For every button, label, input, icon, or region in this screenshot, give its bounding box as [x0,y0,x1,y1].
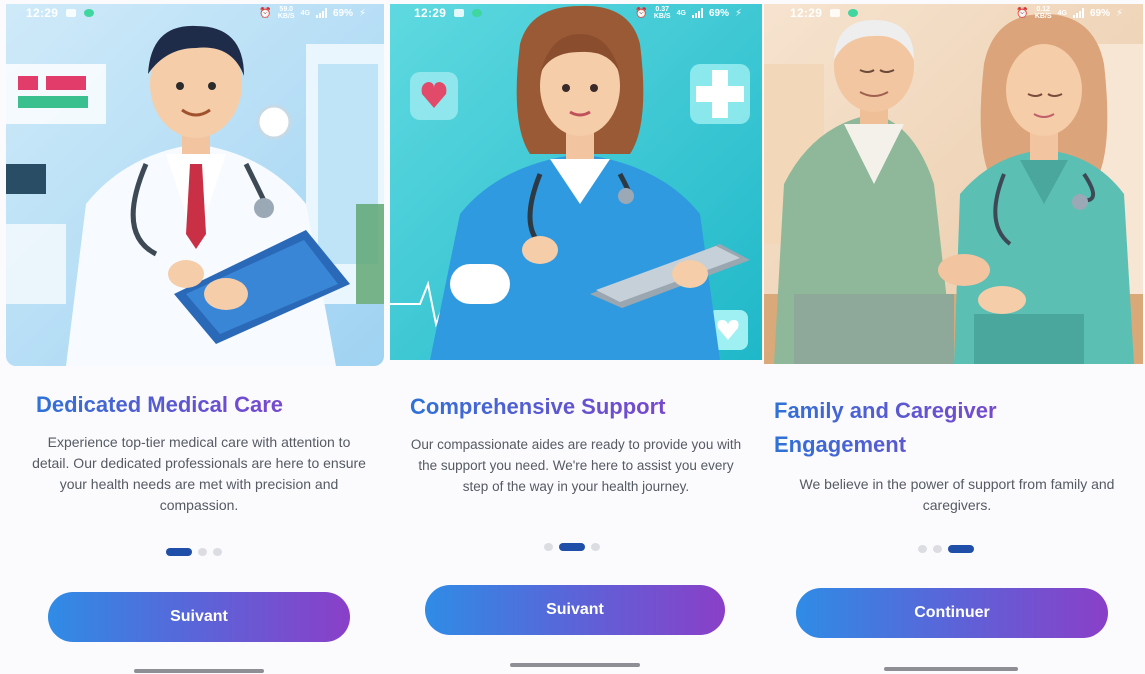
page-dot [933,545,942,553]
notification-icon [454,9,465,17]
alarm-icon: ⏰ [1016,7,1029,19]
alarm-icon: ⏰ [259,7,272,19]
page-dot [591,543,600,551]
app-notification-icon [848,9,859,17]
net-speed-value: 0.37 [655,6,670,13]
next-button[interactable]: Suivant [48,592,350,642]
charging-icon: ⚡ [1115,7,1123,19]
doctor-illustration [6,4,384,366]
screen-title: Family and Caregiver Engagement [774,394,1094,462]
nurse-illustration [390,4,762,360]
page-dot [918,545,927,553]
notification-icon [66,9,77,17]
net-speed: 0.12 KB/S [1035,6,1052,20]
signal-icon [315,8,327,18]
net-speed: 0.37 KB/S [654,6,671,20]
notification-icon [830,9,841,17]
page-indicator [166,548,222,556]
network-type: 4G [300,9,310,17]
net-speed-unit: KB/S [653,13,671,20]
network-type: 4G [1057,9,1067,17]
screen-description: We believe in the power of support from … [799,476,1115,513]
alarm-icon: ⏰ [635,7,648,19]
net-speed-unit: KB/S [277,13,295,20]
screen-description: Experience top-tier medical care with at… [32,434,366,513]
battery-level: 69% [708,7,729,19]
screen-title: Dedicated Medical Care [36,388,376,422]
charging-icon: ⚡ [734,7,742,19]
next-button[interactable]: Suivant [425,585,725,635]
onboarding-screen-medical-care: 12:29 ⏰ 59.0 KB/S 4G 69% ⚡ Dedicated Medi… [0,0,388,674]
signal-icon [1072,8,1084,18]
battery-level: 69% [1089,7,1110,19]
continue-button[interactable]: Continuer [796,588,1108,638]
net-speed: 59.0 KB/S [278,6,295,20]
status-bar: 12:29 ⏰ 0.12 KB/S 4G 69% ⚡ [764,0,1145,26]
page-dot [198,548,207,556]
net-speed-value: 59.0 [279,6,294,13]
app-notification-icon [84,9,95,17]
page-indicator [918,545,974,553]
onboarding-screen-family-engagement: 12:29 ⏰ 0.12 KB/S 4G 69% ⚡ Family and Car… [764,0,1145,674]
app-notification-icon [472,9,483,17]
page-dot [544,543,553,551]
status-bar: 12:29 ⏰ 0.37 KB/S 4G 69% ⚡ [388,0,764,26]
home-indicator[interactable] [510,663,640,667]
battery-level: 69% [332,7,353,19]
status-time: 12:29 [790,6,823,20]
page-indicator [544,543,600,551]
status-time: 12:29 [26,6,59,20]
onboarding-screen-support: 12:29 ⏰ 0.37 KB/S 4G 69% ⚡ Comprehensive … [388,0,764,674]
page-dot-active [948,545,974,553]
charging-icon: ⚡ [358,7,366,19]
network-type: 4G [676,9,686,17]
home-indicator[interactable] [134,669,264,673]
signal-icon [691,8,703,18]
page-dot [213,548,222,556]
screen-title: Comprehensive Support [410,390,760,424]
net-speed-unit: KB/S [1034,13,1052,20]
page-dot-active [559,543,585,551]
home-indicator[interactable] [884,667,1018,671]
net-speed-value: 0.12 [1036,6,1051,13]
status-time: 12:29 [414,6,447,20]
screen-description: Our compassionate aides are ready to pro… [410,437,742,494]
caregiver-illustration [764,4,1143,364]
status-bar: 12:29 ⏰ 59.0 KB/S 4G 69% ⚡ [0,0,388,26]
page-dot-active [166,548,192,556]
